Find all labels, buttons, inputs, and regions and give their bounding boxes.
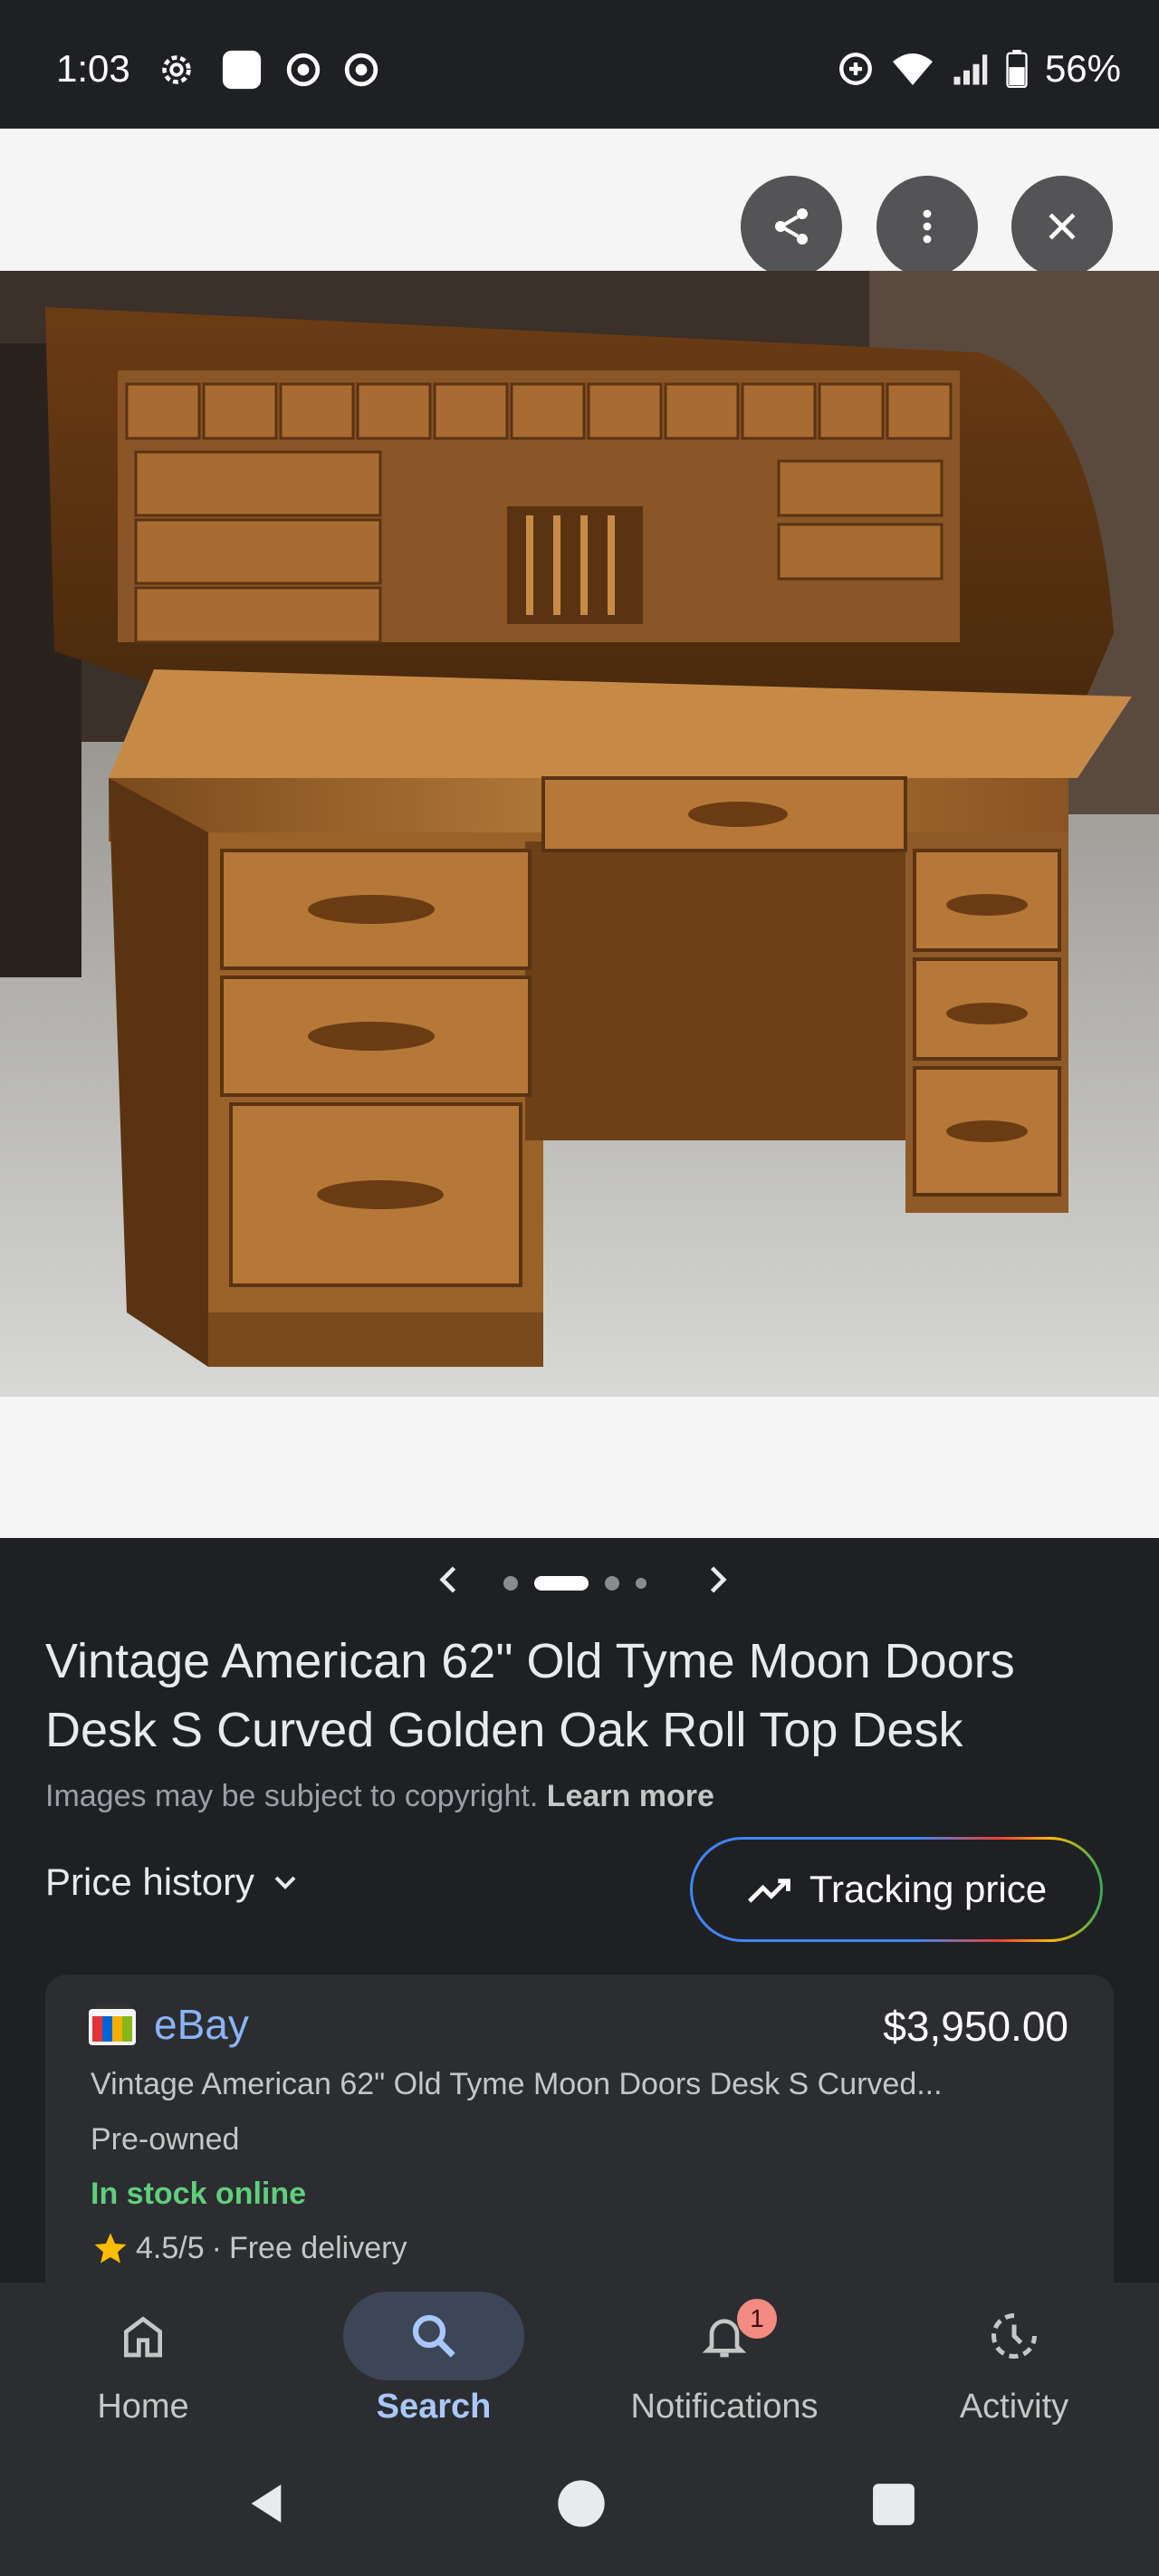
listing-description: Vintage American 62" Old Tyme Moon Doors… xyxy=(91,2067,943,2101)
copyright-text: Images may be subject to copyright. xyxy=(45,1779,539,1813)
chevron-right-icon[interactable] xyxy=(697,1560,737,1600)
price-history-label: Price history xyxy=(45,1860,255,1903)
wifi-icon xyxy=(892,53,933,85)
settings-icon xyxy=(162,55,191,84)
recents-icon[interactable] xyxy=(871,2482,916,2527)
share-button[interactable] xyxy=(741,176,842,277)
nav-search-label: Search xyxy=(376,2388,492,2426)
status-right-icons: 56% xyxy=(837,47,1121,91)
close-button[interactable] xyxy=(1011,176,1113,277)
trending-icon xyxy=(747,1879,790,1903)
price-history-toggle[interactable]: Price history xyxy=(45,1860,303,1904)
carousel-dots xyxy=(503,1576,647,1591)
nav-home-label: Home xyxy=(97,2388,189,2426)
search-icon xyxy=(412,2314,455,2358)
tracking-price-button[interactable]: Tracking price xyxy=(690,1837,1103,1942)
chrome-icon xyxy=(286,53,321,87)
nav-home[interactable]: Home xyxy=(25,2292,261,2427)
image-viewer xyxy=(0,129,1159,1538)
carousel-dot-active[interactable] xyxy=(534,1576,589,1591)
product-image[interactable] xyxy=(0,271,1159,1397)
bottom-navigation: Home Search 1 Notifications Activity xyxy=(0,2283,1159,2431)
star-icon xyxy=(94,2233,127,2264)
copyright-notice: Images may be subject to copyright. Lear… xyxy=(45,1779,714,1814)
battery-percent: 56% xyxy=(1044,47,1121,90)
chevron-left-icon[interactable] xyxy=(429,1560,469,1600)
carousel-dot[interactable] xyxy=(605,1576,619,1591)
carousel-dot[interactable] xyxy=(503,1576,518,1591)
more-options-button[interactable] xyxy=(876,176,978,277)
carousel-dot[interactable] xyxy=(636,1578,647,1589)
nav-activity[interactable]: Activity xyxy=(896,2292,1132,2427)
status-left-icons xyxy=(156,49,378,91)
rating-row: 4.5/5 · Free delivery xyxy=(92,2230,407,2266)
app-icon xyxy=(222,50,262,90)
status-time: 1:03 xyxy=(56,47,130,90)
store-info: eBay xyxy=(89,2000,249,2049)
nav-notifications[interactable]: 1 Notifications xyxy=(607,2292,842,2427)
learn-more-link[interactable]: Learn more xyxy=(547,1779,714,1813)
status-bar: 1:03 56% xyxy=(0,0,1159,129)
close-icon xyxy=(1049,213,1076,240)
listing-card[interactable]: eBay $3,950.00 Vintage American 62" Old … xyxy=(45,1975,1114,2283)
rating-separator: · xyxy=(211,2230,222,2265)
notification-badge: 1 xyxy=(737,2299,777,2339)
nav-activity-label: Activity xyxy=(959,2388,1069,2426)
activity-icon xyxy=(991,2313,1037,2359)
rating-value: 4.5/5 xyxy=(136,2230,205,2265)
delivery-info: Free delivery xyxy=(228,2230,407,2265)
listing-condition: Pre-owned xyxy=(91,2122,240,2157)
battery-icon xyxy=(1006,50,1028,88)
chevron-down-icon xyxy=(274,1876,296,1889)
signal-icon xyxy=(953,54,988,85)
desk-illustration xyxy=(0,271,1159,1397)
tracking-price-label: Tracking price xyxy=(809,1868,1048,1910)
home-icon xyxy=(124,2316,162,2358)
product-title: Vintage American 62" Old Tyme Moon Doors… xyxy=(45,1634,1015,1757)
nav-notifications-label: Notifications xyxy=(630,2388,819,2426)
data-saver-icon xyxy=(839,53,872,85)
home-nav-icon[interactable] xyxy=(556,2478,607,2529)
share-icon xyxy=(775,208,808,245)
chrome-icon xyxy=(344,53,378,87)
more-vert-icon xyxy=(923,209,932,244)
ebay-store-icon xyxy=(89,2004,136,2045)
listing-price: $3,950.00 xyxy=(883,2003,1068,2050)
system-navigation xyxy=(0,2431,1159,2576)
back-icon[interactable] xyxy=(241,2478,292,2529)
store-name[interactable]: eBay xyxy=(154,2000,249,2049)
stock-status: In stock online xyxy=(91,2177,307,2211)
nav-search[interactable]: Search xyxy=(316,2292,551,2427)
image-carousel xyxy=(0,1540,1159,1621)
